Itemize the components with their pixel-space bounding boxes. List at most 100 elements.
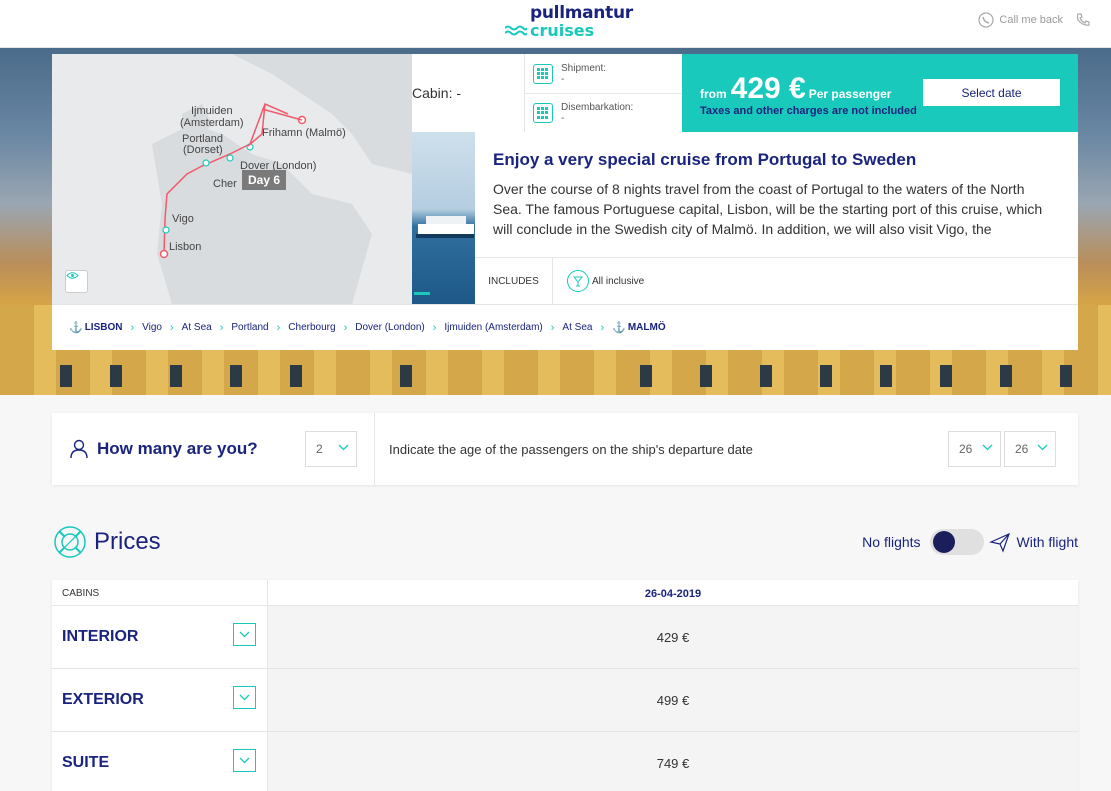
waves-icon bbox=[505, 25, 527, 36]
cabin-price[interactable]: 499 € bbox=[268, 669, 1078, 731]
price-panel: from 429 € Per passenger Taxes and other… bbox=[682, 54, 1078, 132]
age-value: 26 bbox=[1015, 442, 1029, 456]
map-label-dorset: (Dorset) bbox=[183, 144, 223, 156]
cabin-name: SUITE bbox=[62, 754, 110, 771]
eye-icon bbox=[66, 272, 79, 279]
shipment-info: Shipment: - bbox=[525, 54, 682, 93]
passengers-panel: How many are you? 2 Indicate the age of … bbox=[52, 413, 1078, 485]
chevron-down-icon bbox=[239, 694, 250, 701]
lifebuoy-icon bbox=[54, 526, 86, 558]
itinerary-stop[interactable]: Dover (London) bbox=[355, 322, 424, 333]
disembarkation-info: Disembarkation: - bbox=[525, 93, 682, 132]
phone-icon bbox=[978, 12, 995, 28]
itinerary-stop[interactable]: Cherbourg bbox=[288, 322, 335, 333]
flight-toggle-group: No flights With flight bbox=[862, 529, 1078, 555]
itinerary-stop[interactable]: At Sea bbox=[182, 322, 212, 333]
ship-image[interactable] bbox=[412, 132, 475, 304]
table-row: INTERIOR 429 € bbox=[52, 606, 1078, 669]
route-map[interactable]: Ijmuiden (Amsterdam) Frihamn (Malmö) Por… bbox=[52, 54, 412, 304]
prices-table: CABINS 26-04-2019 INTERIOR 429 € EXTERIO… bbox=[52, 580, 1078, 791]
expand-button[interactable] bbox=[233, 686, 256, 709]
itinerary-stop[interactable]: Ijmuiden (Amsterdam) bbox=[444, 322, 542, 333]
logo-text-bottom: cruises bbox=[530, 21, 595, 40]
passenger-count-value: 2 bbox=[316, 442, 323, 456]
shipment-label: Shipment: bbox=[561, 62, 607, 74]
chevron-right-icon: › bbox=[600, 321, 605, 334]
passenger-age-select-2[interactable]: 26 bbox=[1004, 431, 1056, 467]
user-icon bbox=[70, 439, 88, 459]
cabin-name: EXTERIOR bbox=[62, 691, 144, 708]
map-label-amsterdam: (Amsterdam) bbox=[180, 117, 244, 129]
price-amount: 429 € bbox=[730, 72, 806, 105]
phone-call-icon[interactable] bbox=[1075, 12, 1091, 28]
shipment-value: - bbox=[561, 73, 565, 85]
price-from-label: from bbox=[700, 87, 727, 101]
disembarkation-value: - bbox=[561, 113, 565, 124]
chevron-right-icon: › bbox=[276, 321, 281, 334]
no-flights-label: No flights bbox=[862, 534, 921, 550]
price-per-label: Per passenger bbox=[808, 87, 892, 101]
includes-label: INCLUDES bbox=[475, 257, 553, 305]
chevron-right-icon: › bbox=[219, 321, 224, 334]
view-map-button[interactable] bbox=[65, 270, 88, 293]
itinerary-port-end[interactable]: ⚓ MALMÖ bbox=[612, 321, 665, 334]
port-info: Shipment: - Disembarkation: - bbox=[524, 54, 682, 132]
call-me-back-label: Call me back bbox=[999, 14, 1063, 26]
itinerary-stop[interactable]: At Sea bbox=[562, 322, 592, 333]
map-label-frihamn: Frihamn (Malmö) bbox=[262, 127, 346, 139]
cabin-name: INTERIOR bbox=[62, 628, 139, 645]
chevron-down-icon bbox=[239, 757, 250, 764]
top-bar: pullmantur cruises Call me back bbox=[0, 0, 1111, 48]
flight-toggle[interactable] bbox=[929, 529, 984, 555]
call-me-back-link[interactable]: Call me back bbox=[978, 12, 1063, 28]
chevron-right-icon: › bbox=[550, 321, 555, 334]
chevron-right-icon: › bbox=[130, 321, 135, 334]
select-date-button[interactable]: Select date bbox=[923, 79, 1060, 106]
chevron-down-icon bbox=[982, 444, 993, 451]
anchor-icon: ⚓ bbox=[612, 322, 626, 334]
price-note: Taxes and other charges are not included bbox=[700, 105, 917, 117]
itinerary-port-start[interactable]: ⚓ LISBON bbox=[69, 321, 122, 334]
anchor-icon: ⚓ bbox=[69, 322, 83, 334]
itinerary-breadcrumb: ⚓ LISBON › Vigo › At Sea › Portland › Che… bbox=[52, 304, 1078, 350]
cocktail-icon bbox=[567, 270, 589, 292]
column-header-date[interactable]: 26-04-2019 bbox=[268, 580, 1078, 605]
chevron-right-icon: › bbox=[170, 321, 174, 334]
map-label-vigo: Vigo bbox=[172, 213, 194, 225]
cruise-title: Enjoy a very special cruise from Portuga… bbox=[493, 150, 917, 169]
chevron-down-icon bbox=[338, 444, 349, 451]
prices-title: Prices bbox=[94, 528, 161, 555]
cruise-card: Ijmuiden (Amsterdam) Frihamn (Malmö) Por… bbox=[52, 54, 1078, 350]
expand-button[interactable] bbox=[233, 749, 256, 772]
map-label-lisbon: Lisbon bbox=[169, 241, 202, 253]
cruise-description: Enjoy a very special cruise from Portuga… bbox=[493, 150, 1053, 239]
passengers-title: How many are you? bbox=[69, 439, 258, 459]
disembarkation-label: Disembarkation: bbox=[561, 102, 634, 113]
table-header: CABINS 26-04-2019 bbox=[52, 580, 1078, 606]
table-row: EXTERIOR 499 € bbox=[52, 669, 1078, 732]
airplane-icon bbox=[988, 532, 1010, 553]
passenger-count-select[interactable]: 2 bbox=[305, 431, 357, 467]
includes-all-inclusive[interactable]: All inclusive bbox=[567, 270, 644, 292]
expand-button[interactable] bbox=[233, 623, 256, 646]
calendar-grid-icon bbox=[533, 103, 553, 123]
chevron-right-icon: › bbox=[343, 321, 348, 334]
itinerary-stop[interactable]: Portland bbox=[231, 322, 268, 333]
with-flight-label: With flight bbox=[1016, 534, 1078, 550]
cabin-price[interactable]: 429 € bbox=[268, 606, 1078, 668]
cabin-selection[interactable]: Cabin: - bbox=[412, 54, 524, 132]
map-label-cherbourg: Cher bbox=[213, 178, 237, 190]
passenger-age-select-1[interactable]: 26 bbox=[948, 431, 1001, 467]
itinerary-stop[interactable]: Vigo bbox=[142, 322, 162, 333]
day-tag: Day 6 bbox=[242, 170, 287, 190]
chevron-down-icon bbox=[1037, 444, 1048, 451]
cabin-price[interactable]: 749 € bbox=[268, 732, 1078, 791]
age-instruction: Indicate the age of the passengers on th… bbox=[389, 442, 753, 457]
logo-text-top: pullmantur bbox=[530, 3, 633, 23]
table-row: SUITE 749 € bbox=[52, 732, 1078, 791]
chevron-right-icon: › bbox=[432, 321, 437, 334]
cruise-description-text: Over the course of 8 nights travel from … bbox=[493, 181, 1043, 237]
pullmantur-logo[interactable]: pullmantur cruises bbox=[505, 4, 633, 40]
chevron-down-icon bbox=[239, 631, 250, 638]
column-header-cabins: CABINS bbox=[52, 580, 268, 605]
